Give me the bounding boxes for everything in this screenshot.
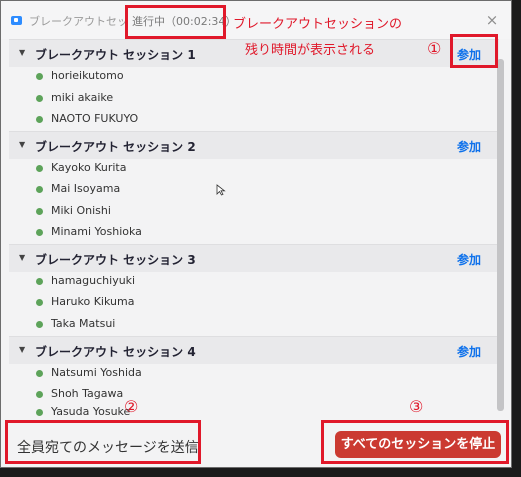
online-status-icon <box>36 73 43 80</box>
participant-name: Shoh Tagawa <box>51 387 124 400</box>
scrollbar[interactable] <box>497 59 504 411</box>
annotation-number-2: ② <box>124 397 139 416</box>
join-button[interactable]: 参加 <box>457 251 481 268</box>
annotation-number-3: ③ <box>409 397 424 416</box>
online-status-icon <box>36 165 43 172</box>
participant-name: Miki Onishi <box>51 204 111 217</box>
participant-name: Taka Matsui <box>51 317 116 330</box>
online-status-icon <box>36 95 43 102</box>
online-status-icon <box>36 391 43 398</box>
annotation-note-line1: ブレークアウトセッションの <box>233 17 403 32</box>
participant-row: Yasuda Yosuke <box>9 403 499 421</box>
online-status-icon <box>36 186 43 193</box>
session-name: ブレークアウト セッション 2 <box>35 140 196 154</box>
annotation-number-1: ① <box>427 39 442 58</box>
participant-row: Minami Yoshioka <box>9 223 499 243</box>
caret-down-icon[interactable]: ▼ <box>19 48 25 57</box>
participant-name: horieikutomo <box>51 69 124 82</box>
participant-name: hamaguchiyuki <box>51 274 136 287</box>
participant-name: miki akaike <box>51 91 114 104</box>
session-name: ブレークアウト セッション 4 <box>35 345 196 359</box>
online-status-icon <box>36 229 43 236</box>
session-header: ▼ ブレークアウト セッション 3 参加 <box>9 244 499 272</box>
participant-name: Minami Yoshioka <box>51 225 142 238</box>
broadcast-highlight-box <box>5 420 201 464</box>
session-name: ブレークアウト セッション 3 <box>35 253 196 267</box>
participant-row: Miki Onishi <box>9 202 499 222</box>
caret-down-icon[interactable]: ▼ <box>19 253 25 262</box>
participant-row: Kayoko Kurita <box>9 159 499 179</box>
breakout-rooms-window: ブレークアウトセッション 進行中（00:02:34） × ▼ ブレークアウト セ… <box>0 0 512 468</box>
participant-name: Kayoko Kurita <box>51 161 127 174</box>
timer-highlight-box <box>125 5 226 39</box>
join-button[interactable]: 参加 <box>457 138 481 155</box>
online-status-icon <box>36 370 43 377</box>
online-status-icon <box>36 116 43 123</box>
annotation-note-line2: 残り時間が表示される <box>245 43 376 58</box>
session-header: ▼ ブレークアウト セッション 4 参加 <box>9 336 499 364</box>
close-icon[interactable]: × <box>485 13 499 28</box>
participant-row: Shoh Tagawa <box>9 385 499 405</box>
participant-row: miki akaike <box>9 89 499 109</box>
session-name: ブレークアウト セッション 1 <box>35 48 196 62</box>
window-title: ブレークアウトセッション <box>29 15 129 28</box>
participant-row: Haruko Kikuma <box>9 293 499 313</box>
participant-row: Natsumi Yoshida <box>9 364 499 384</box>
breakout-session-list: ▼ ブレークアウト セッション 1 参加 horieikutomo miki a… <box>9 39 499 421</box>
caret-down-icon[interactable]: ▼ <box>19 345 25 354</box>
mouse-pointer-icon <box>216 184 226 196</box>
session-header: ▼ ブレークアウト セッション 2 参加 <box>9 131 499 159</box>
participant-name: Mai Isoyama <box>51 182 121 195</box>
participant-row: Taka Matsui <box>9 315 499 335</box>
participant-row: horieikutomo <box>9 67 499 87</box>
join-highlight-box <box>450 34 498 68</box>
online-status-icon <box>36 278 43 285</box>
zoom-app-icon <box>11 16 22 25</box>
caret-down-icon[interactable]: ▼ <box>19 140 25 149</box>
join-button[interactable]: 参加 <box>457 343 481 360</box>
stop-highlight-box <box>321 420 509 464</box>
participant-row: NAOTO FUKUYO <box>9 110 499 130</box>
participant-name: Natsumi Yoshida <box>51 366 142 379</box>
participant-row: Mai Isoyama <box>9 180 499 200</box>
online-status-icon <box>36 299 43 306</box>
online-status-icon <box>36 409 43 416</box>
participant-name: Yasuda Yosuke <box>51 405 131 418</box>
online-status-icon <box>36 208 43 215</box>
participant-row: hamaguchiyuki <box>9 272 499 292</box>
participant-name: NAOTO FUKUYO <box>51 112 139 125</box>
online-status-icon <box>36 321 43 328</box>
participant-name: Haruko Kikuma <box>51 295 135 308</box>
